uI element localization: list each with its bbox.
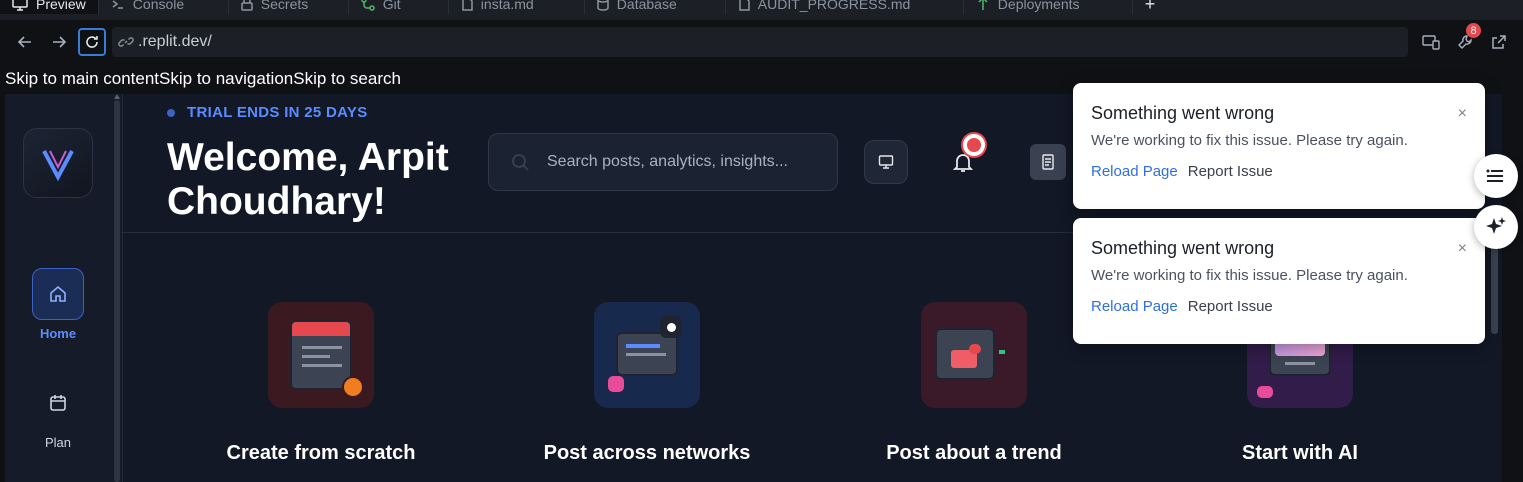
reload-button[interactable] [78,28,106,56]
report-issue-link[interactable]: Report Issue [1188,298,1273,315]
error-toast: Something went wrong We're working to fi… [1073,218,1485,344]
reload-icon [86,36,98,48]
search-input[interactable]: Search posts, analytics, insights... [488,133,838,191]
tab-console[interactable]: Console [99,0,229,14]
trial-text: TRIAL ENDS IN 25 DAYS [187,104,368,121]
card-post-about-a-trend[interactable]: Post about a trend [844,302,1104,465]
sidebar-item-label: Home [39,326,77,341]
sparkle-icon [1486,217,1506,234]
skip-to-main-link[interactable]: Skip to main content [5,69,159,88]
search-icon [512,154,529,171]
calendar-icon [32,377,84,429]
card-post-across-networks[interactable]: Post across networks [517,302,777,465]
forward-button[interactable] [44,27,74,57]
toast-title: Something went wrong [1091,238,1275,258]
create-illustration-icon [268,302,374,408]
browser-toolbar: .replit.dev/ 8 [0,20,1523,64]
close-icon[interactable]: × [1458,240,1467,258]
display-button[interactable] [864,140,908,184]
tab-label: Secrets [260,0,309,12]
monitor-icon [12,0,28,11]
devices-icon [1422,35,1440,50]
tab-label: Deployments [997,0,1080,12]
trial-banner: TRIAL ENDS IN 25 DAYS [167,104,368,121]
devtools-button[interactable]: 8 [1452,23,1481,55]
tab-label: Preview [36,0,86,12]
skip-to-search-link[interactable]: Skip to search [293,69,401,88]
reload-page-link[interactable]: Reload Page [1091,163,1178,180]
terminal-icon [112,0,123,9]
sidebar-scrollbar[interactable] [114,100,120,482]
card-label: Create from scratch [226,442,416,464]
notification-dot [963,134,985,156]
networks-illustration-icon [594,302,700,408]
devices-button[interactable] [1418,29,1444,55]
skip-to-nav-link[interactable]: Skip to navigation [159,69,293,88]
plus-icon: + [1144,0,1156,14]
feedback-button[interactable] [1474,154,1518,198]
sidebar-scroll-up[interactable] [114,94,120,99]
tab-label: insta.md [480,0,534,12]
ai-assistant-button[interactable] [1474,205,1518,249]
open-new-tab-button[interactable] [1486,29,1512,55]
card-label: Post across networks [543,442,751,464]
arrow-left-icon [17,36,31,48]
lock-icon [241,0,253,11]
tab-audit-progress[interactable]: AUDIT_PROGRESS.md [726,0,964,14]
toast-title: Something went wrong [1091,103,1275,123]
link-icon [118,37,134,47]
external-link-icon [1492,35,1506,49]
card-label: Start with AI [1242,442,1358,464]
list-icon [1486,169,1503,182]
monitor-icon [878,155,894,169]
new-tab-button[interactable]: + [1133,0,1168,14]
file-icon [739,0,750,11]
tab-label: AUDIT_PROGRESS.md [757,0,911,12]
trial-dot [167,108,175,117]
reader-mode-button[interactable] [1030,144,1066,180]
toast-message: We're working to fix this issue. Please … [1091,132,1408,149]
search-placeholder: Search posts, analytics, insights... [547,153,788,170]
deploy-icon [978,0,988,10]
toast-message: We're working to fix this issue. Please … [1091,267,1408,284]
arrow-right-icon [53,36,67,48]
error-toast: Something went wrong We're working to fi… [1073,83,1485,209]
notifications-button[interactable] [941,134,985,184]
ide-tab-strip: Preview Console Secrets Git insta.md Dat… [0,0,1523,20]
tab-git[interactable]: Git [349,0,449,14]
page-scrollbar[interactable] [1491,240,1498,334]
database-icon [597,0,609,11]
app-logo[interactable] [23,128,93,198]
logo-icon [42,150,74,182]
close-icon[interactable]: × [1458,105,1467,123]
home-icon [32,268,84,320]
sidebar-item-home[interactable]: Home [19,268,97,341]
tab-label: Git [382,0,401,12]
trend-illustration-icon [921,302,1027,408]
card-label: Post about a trend [886,442,1062,464]
git-icon [361,0,375,11]
card-create-from-scratch[interactable]: Create from scratch [191,302,451,465]
reader-icon [1042,154,1054,170]
page-scroll-track [1502,64,1523,482]
page-title: Welcome, Arpit Choudhary! [167,136,449,223]
url-bar[interactable]: .replit.dev/ [112,27,1408,57]
tab-deployments[interactable]: Deployments [964,0,1133,14]
back-button[interactable] [10,27,40,57]
url-text: .replit.dev/ [138,33,212,50]
tab-database[interactable]: Database [585,0,726,14]
file-icon [462,0,473,11]
reload-page-link[interactable]: Reload Page [1091,298,1178,315]
report-issue-link[interactable]: Report Issue [1188,163,1273,180]
tab-insta-md[interactable]: insta.md [449,0,585,14]
sidebar-item-plan[interactable]: Plan [19,377,97,450]
notification-count-badge: 8 [1466,23,1481,38]
tab-label: Console [132,0,185,12]
tab-preview[interactable]: Preview [0,0,99,14]
tab-secrets[interactable]: Secrets [229,0,349,14]
tab-label: Database [616,0,677,12]
sidebar: Home Plan [5,94,123,482]
sidebar-item-label: Plan [44,435,72,450]
